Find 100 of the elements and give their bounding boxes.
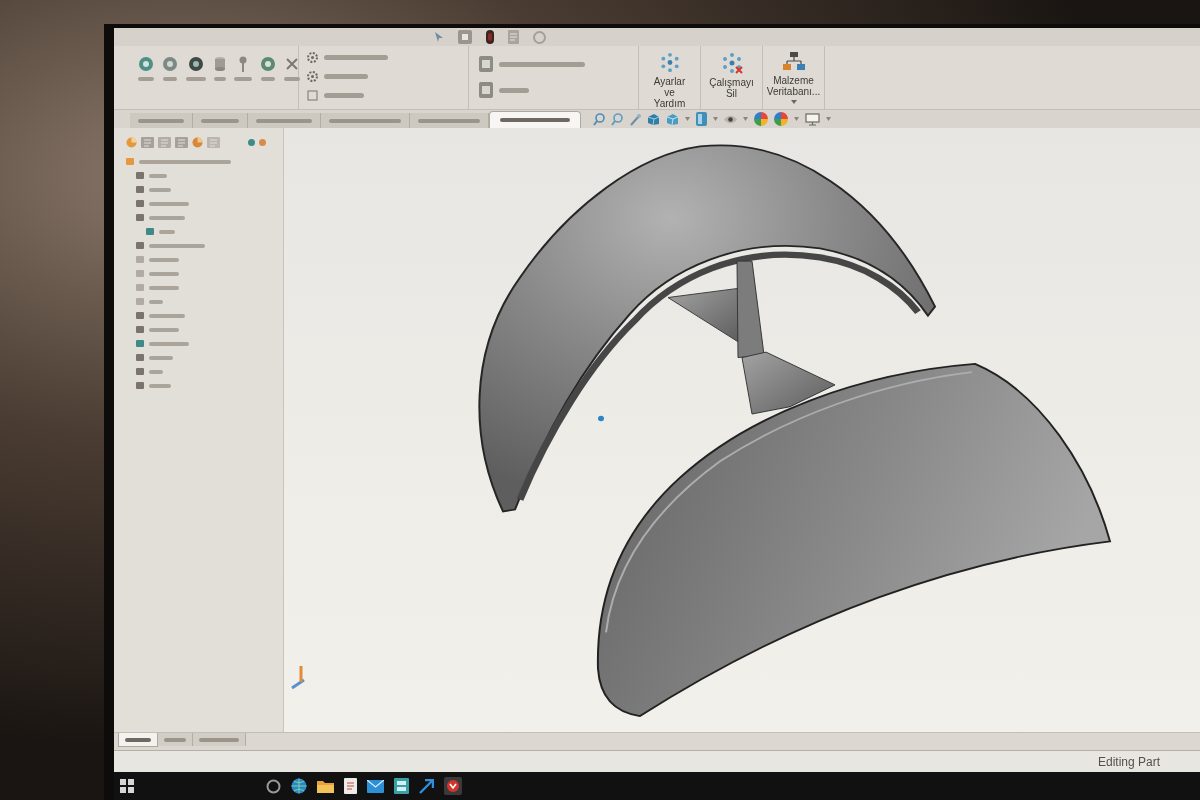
illegible-label	[261, 77, 275, 81]
illegible-label	[125, 737, 151, 742]
envelope-icon[interactable]	[367, 779, 384, 793]
illegible-label	[324, 55, 388, 60]
framed-square-icon[interactable]	[479, 56, 493, 72]
disc-icon[interactable]	[138, 56, 154, 72]
illegible-label	[138, 118, 184, 123]
caret-icon[interactable]	[826, 117, 831, 121]
illegible-label	[138, 77, 154, 81]
list-icon[interactable]	[175, 136, 188, 148]
illegible-label	[324, 74, 368, 79]
windows-icon[interactable]	[120, 779, 134, 793]
illegible-label	[186, 77, 206, 81]
panel-icon[interactable]	[696, 112, 707, 126]
axis-triad-icon	[291, 666, 305, 690]
illegible-label	[149, 341, 189, 346]
square-icon[interactable]	[136, 284, 144, 291]
ribbon-button[interactable]: Malzeme Veritabanı...	[763, 46, 825, 109]
dot-icon[interactable]	[248, 138, 255, 146]
list-icon[interactable]	[207, 136, 220, 148]
magnifier-icon[interactable]	[593, 112, 605, 126]
caret-icon[interactable]	[794, 117, 799, 121]
illegible-label	[256, 118, 312, 123]
pie-icon[interactable]	[126, 136, 137, 148]
ribbon-button[interactable]: Ayarlar ve Yardım	[639, 46, 701, 109]
window-icon[interactable]	[394, 778, 409, 794]
list-icon[interactable]	[158, 136, 171, 148]
cylinder-icon[interactable]	[214, 56, 226, 72]
square-icon[interactable]	[136, 340, 144, 347]
illegible-label	[201, 118, 239, 123]
illegible-label	[500, 118, 570, 122]
capsule-icon[interactable]	[486, 30, 494, 44]
pie-icon[interactable]	[192, 136, 203, 148]
dots-ring-icon	[658, 52, 681, 73]
illegible-label	[149, 355, 173, 360]
illegible-label	[164, 737, 186, 742]
illegible-label	[149, 299, 163, 304]
illegible-label	[149, 257, 179, 262]
illegible-label	[163, 77, 177, 81]
square-icon[interactable]	[136, 354, 144, 361]
caret-icon[interactable]	[685, 117, 690, 121]
square-icon[interactable]	[136, 312, 144, 319]
command-tab[interactable]	[489, 111, 581, 128]
square-icon[interactable]	[136, 270, 144, 277]
square-icon[interactable]	[136, 368, 144, 375]
caret-icon[interactable]	[713, 117, 718, 121]
cube-icon[interactable]	[647, 112, 660, 126]
cursor-icon[interactable]	[434, 31, 444, 43]
illegible-label	[149, 173, 167, 178]
wand-icon[interactable]	[629, 112, 641, 126]
illegible-label	[324, 93, 364, 98]
folder-icon[interactable]	[317, 779, 334, 793]
square-icon[interactable]	[136, 242, 144, 249]
chevron-tile-icon[interactable]	[444, 777, 462, 795]
list-icon[interactable]	[141, 136, 154, 148]
disc-icon[interactable]	[188, 56, 204, 72]
dotted-circle-icon[interactable]	[307, 52, 318, 63]
checkbox-icon[interactable]	[307, 90, 318, 101]
disc-icon[interactable]	[260, 56, 276, 72]
square-icon[interactable]	[136, 186, 144, 193]
pin-icon[interactable]	[238, 56, 248, 72]
square-icon[interactable]	[136, 382, 144, 389]
square-icon[interactable]	[136, 298, 144, 305]
diagram-icon	[782, 52, 805, 72]
color-wheel-icon[interactable]	[754, 112, 768, 126]
square-icon[interactable]	[136, 200, 144, 207]
cube-icon[interactable]	[666, 112, 679, 126]
illegible-label	[199, 737, 239, 742]
square-icon[interactable]	[126, 158, 134, 165]
square-icon[interactable]	[458, 30, 472, 44]
illegible-label	[284, 77, 300, 81]
page-icon[interactable]	[508, 30, 519, 44]
illegible-label	[149, 369, 163, 374]
cross-icon[interactable]	[285, 56, 299, 72]
page-icon[interactable]	[344, 778, 357, 794]
magnifier-icon[interactable]	[611, 112, 623, 126]
ribbon-button[interactable]: Çalışmayı Sil	[701, 46, 763, 109]
eye-icon[interactable]	[724, 114, 737, 124]
illegible-label	[159, 229, 175, 234]
square-icon[interactable]	[136, 214, 144, 221]
illegible-label	[234, 77, 252, 81]
illegible-label	[149, 201, 189, 206]
square-icon[interactable]	[146, 228, 154, 235]
monitor-icon[interactable]	[805, 112, 820, 126]
illegible-label	[149, 327, 179, 332]
dotted-circle-icon[interactable]	[307, 71, 318, 82]
framed-square-icon[interactable]	[479, 82, 493, 98]
square-icon[interactable]	[136, 326, 144, 333]
illegible-label	[149, 243, 205, 248]
globe-icon[interactable]	[291, 778, 307, 794]
square-icon[interactable]	[136, 256, 144, 263]
illegible-label	[214, 77, 226, 81]
illegible-label	[149, 187, 171, 192]
arrow-icon[interactable]	[419, 778, 434, 794]
caret-icon[interactable]	[743, 117, 748, 121]
view-tab[interactable]	[118, 733, 158, 747]
dot-icon[interactable]	[259, 138, 266, 146]
square-icon[interactable]	[136, 172, 144, 179]
color-wheel-icon[interactable]	[774, 112, 788, 126]
circle-icon[interactable]	[266, 778, 281, 794]
